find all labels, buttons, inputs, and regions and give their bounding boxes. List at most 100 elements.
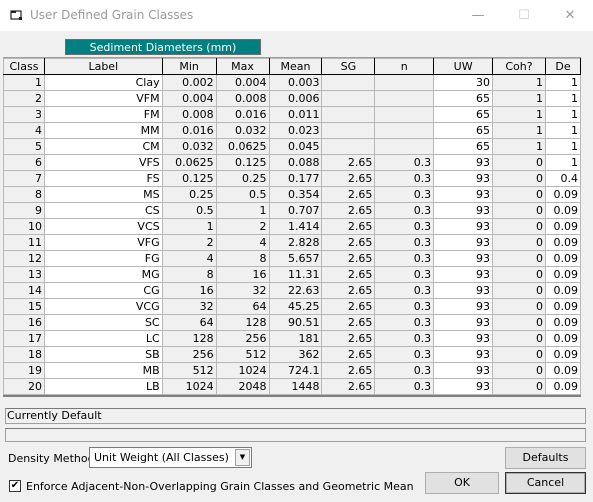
label-cell[interactable]: MM [43, 122, 163, 139]
n-cell[interactable] [374, 74, 435, 91]
de-cell[interactable]: 0.09 [544, 202, 582, 219]
uw-cell[interactable]: 93 [433, 154, 494, 171]
minimize-button[interactable]: — [455, 0, 501, 31]
coh-cell[interactable]: 1 [492, 90, 546, 107]
cancel-button[interactable]: Cancel [505, 472, 586, 494]
n-cell[interactable]: 0.3 [374, 170, 435, 187]
de-cell[interactable]: 1 [544, 74, 582, 91]
max-cell[interactable]: 128 [215, 314, 270, 331]
de-cell[interactable]: 0.4 [544, 170, 582, 187]
sg-cell[interactable]: 2.65 [321, 346, 376, 363]
label-cell[interactable]: CG [43, 282, 163, 299]
min-cell[interactable]: 2 [161, 234, 217, 251]
n-cell[interactable]: 0.3 [374, 250, 435, 267]
label-cell[interactable]: FG [43, 250, 163, 267]
sg-cell[interactable]: 2.65 [321, 266, 376, 283]
sg-cell[interactable]: 2.65 [321, 314, 376, 331]
n-cell[interactable]: 0.3 [374, 378, 435, 395]
max-cell[interactable]: 0.5 [215, 186, 270, 203]
column-header-de[interactable]: De [544, 58, 582, 75]
coh-cell[interactable]: 0 [492, 250, 546, 267]
coh-cell[interactable]: 0 [492, 170, 546, 187]
label-cell[interactable]: CS [43, 202, 163, 219]
max-cell[interactable]: 0.0625 [215, 138, 270, 155]
de-cell[interactable]: 0.09 [544, 330, 582, 347]
enforce-checkbox[interactable]: ✔ [9, 480, 21, 492]
n-cell[interactable]: 0.3 [374, 218, 435, 235]
n-cell[interactable]: 0.3 [374, 314, 435, 331]
sg-cell[interactable]: 2.65 [321, 234, 376, 251]
de-cell[interactable]: 1 [544, 106, 582, 123]
label-cell[interactable]: VCG [43, 298, 163, 315]
coh-cell[interactable]: 0 [492, 202, 546, 219]
de-cell[interactable]: 0.09 [544, 186, 582, 203]
uw-cell[interactable]: 65 [433, 138, 494, 155]
label-cell[interactable]: SB [43, 346, 163, 363]
column-header-uw[interactable]: UW [433, 58, 494, 75]
uw-cell[interactable]: 93 [433, 266, 494, 283]
close-button[interactable]: ✕ [547, 0, 593, 31]
min-cell[interactable]: 8 [161, 266, 217, 283]
coh-cell[interactable]: 1 [492, 74, 546, 91]
min-cell[interactable]: 0.0625 [161, 154, 217, 171]
label-cell[interactable]: VFS [43, 154, 163, 171]
min-cell[interactable]: 16 [161, 282, 217, 299]
min-cell[interactable]: 32 [161, 298, 217, 315]
uw-cell[interactable]: 93 [433, 298, 494, 315]
n-cell[interactable]: 0.3 [374, 298, 435, 315]
max-cell[interactable]: 16 [215, 266, 270, 283]
label-cell[interactable]: MB [43, 362, 163, 379]
uw-cell[interactable]: 30 [433, 74, 494, 91]
min-cell[interactable]: 0.25 [161, 186, 217, 203]
uw-cell[interactable]: 93 [433, 218, 494, 235]
label-cell[interactable]: VFG [43, 234, 163, 251]
min-cell[interactable]: 0.002 [161, 74, 217, 91]
label-cell[interactable]: MS [43, 186, 163, 203]
column-header-max[interactable]: Max [215, 58, 270, 75]
column-header-mean[interactable]: Mean [268, 58, 323, 75]
max-cell[interactable]: 64 [215, 298, 270, 315]
de-cell[interactable]: 0.09 [544, 378, 582, 395]
de-cell[interactable]: 0.09 [544, 218, 582, 235]
max-cell[interactable]: 1 [215, 202, 270, 219]
coh-cell[interactable]: 0 [492, 362, 546, 379]
de-cell[interactable]: 0.09 [544, 282, 582, 299]
uw-cell[interactable]: 93 [433, 314, 494, 331]
label-cell[interactable]: FS [43, 170, 163, 187]
label-cell[interactable]: MG [43, 266, 163, 283]
max-cell[interactable]: 0.008 [215, 90, 270, 107]
coh-cell[interactable]: 0 [492, 282, 546, 299]
max-cell[interactable]: 0.016 [215, 106, 270, 123]
uw-cell[interactable]: 93 [433, 330, 494, 347]
n-cell[interactable]: 0.3 [374, 362, 435, 379]
enforce-checkbox-label[interactable]: Enforce Adjacent-Non-Overlapping Grain C… [26, 480, 414, 493]
max-cell[interactable]: 2 [215, 218, 270, 235]
min-cell[interactable]: 0.032 [161, 138, 217, 155]
uw-cell[interactable]: 93 [433, 186, 494, 203]
min-cell[interactable]: 0.008 [161, 106, 217, 123]
n-cell[interactable]: 0.3 [374, 234, 435, 251]
uw-cell[interactable]: 93 [433, 378, 494, 395]
sg-cell[interactable]: 2.65 [321, 282, 376, 299]
de-cell[interactable]: 1 [544, 90, 582, 107]
coh-cell[interactable]: 0 [492, 314, 546, 331]
coh-cell[interactable]: 0 [492, 378, 546, 395]
maximize-button[interactable]: ☐ [501, 0, 547, 31]
n-cell[interactable] [374, 90, 435, 107]
sg-cell[interactable] [321, 106, 376, 123]
uw-cell[interactable]: 93 [433, 362, 494, 379]
max-cell[interactable]: 4 [215, 234, 270, 251]
max-cell[interactable]: 0.125 [215, 154, 270, 171]
de-cell[interactable]: 0.09 [544, 250, 582, 267]
uw-cell[interactable]: 93 [433, 234, 494, 251]
column-header-label[interactable]: Label [43, 58, 163, 75]
coh-cell[interactable]: 0 [492, 186, 546, 203]
sg-cell[interactable]: 2.65 [321, 154, 376, 171]
dropdown-arrow-icon[interactable]: ▼ [235, 449, 250, 466]
sg-cell[interactable]: 2.65 [321, 362, 376, 379]
n-cell[interactable] [374, 138, 435, 155]
min-cell[interactable]: 0.004 [161, 90, 217, 107]
min-cell[interactable]: 0.016 [161, 122, 217, 139]
sg-cell[interactable] [321, 138, 376, 155]
coh-cell[interactable]: 1 [492, 122, 546, 139]
